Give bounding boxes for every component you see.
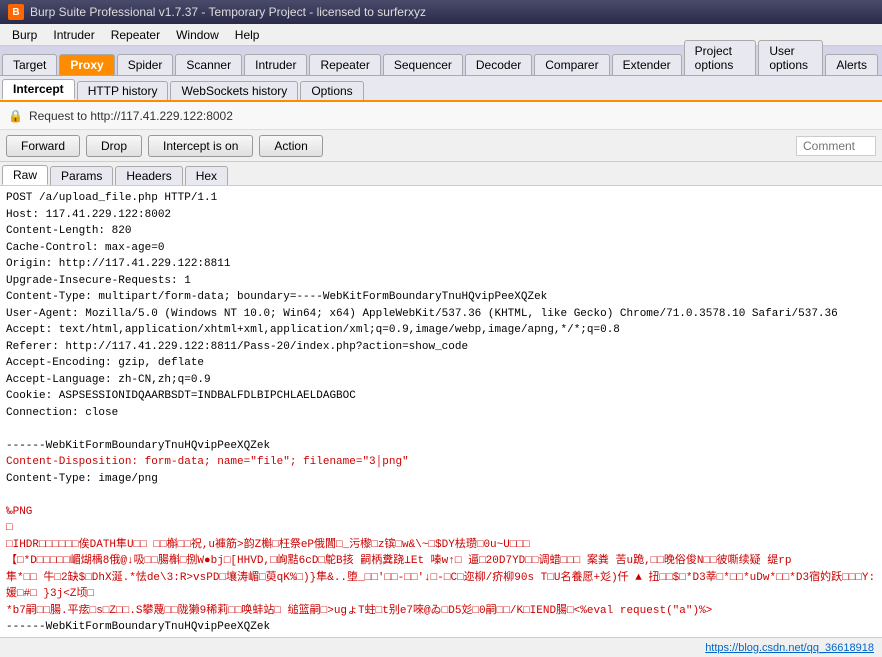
tab-decoder[interactable]: Decoder xyxy=(465,54,532,75)
content-tab-headers[interactable]: Headers xyxy=(115,166,182,185)
tab-intruder[interactable]: Intruder xyxy=(244,54,307,75)
title-bar: B Burp Suite Professional v1.7.37 - Temp… xyxy=(0,0,882,24)
request-body: POST /a/upload_file.php HTTP/1.1Host: 11… xyxy=(0,186,882,637)
request-body-line: Accept: text/html,application/xhtml+xml,… xyxy=(6,322,876,339)
forward-button[interactable]: Forward xyxy=(6,135,80,157)
request-body-line: ------WebKitFormBoundaryTnuHQvipPeeXQZek xyxy=(6,438,876,455)
menu-help[interactable]: Help xyxy=(227,26,268,44)
comment-input[interactable] xyxy=(796,136,876,156)
request-body-line: Content-Type: multipart/form-data; bound… xyxy=(6,289,876,306)
subtab-websockets-history[interactable]: WebSockets history xyxy=(170,81,298,100)
request-body-line: □ xyxy=(6,520,876,537)
request-body-line: Origin: http://117.41.229.122:8811 xyxy=(6,256,876,273)
request-body-line: Content-Disposition: form-data; name="fi… xyxy=(6,454,876,471)
request-body-line: POST /a/upload_file.php HTTP/1.1 xyxy=(6,190,876,207)
subtab-http-history[interactable]: HTTP history xyxy=(77,81,169,100)
request-body-line: Upgrade-Insecure-Requests: 1 xyxy=(6,273,876,290)
tab-user-options[interactable]: User options xyxy=(758,40,823,75)
menu-intruder[interactable]: Intruder xyxy=(45,26,102,44)
content-tab-raw[interactable]: Raw xyxy=(2,165,48,185)
menu-window[interactable]: Window xyxy=(168,26,227,44)
tab-comparer[interactable]: Comparer xyxy=(534,54,609,75)
request-body-line: Connection: close xyxy=(6,405,876,422)
subtab-intercept[interactable]: Intercept xyxy=(2,79,75,100)
main-tab-bar: Target Proxy Spider Scanner Intruder Rep… xyxy=(0,46,882,76)
request-url: Request to http://117.41.229.122:8002 xyxy=(29,109,233,123)
tab-alerts[interactable]: Alerts xyxy=(825,54,878,75)
menu-burp[interactable]: Burp xyxy=(4,26,45,44)
request-body-line xyxy=(6,487,876,504)
drop-button[interactable]: Drop xyxy=(86,135,142,157)
request-body-line: 【□*D□□□□□嵋煳楀8俄@↓吸□□腸槲□捌W●bj□[HHVD,□峋黠6cD… xyxy=(6,553,876,570)
action-bar: Forward Drop Intercept is on Action xyxy=(0,130,882,162)
tab-spider[interactable]: Spider xyxy=(117,54,174,75)
request-body-line: ‰PNG xyxy=(6,504,876,521)
request-body-line: □IHDR□□□□□□俟DATH隼U□□ □□槲□□祝,u褲筋>韵Z槲□枉祭eP… xyxy=(6,537,876,554)
menu-repeater[interactable]: Repeater xyxy=(103,26,168,44)
status-bar: https://blog.csdn.net/qq_36618918 xyxy=(0,637,882,657)
app-icon: B xyxy=(8,4,24,20)
lock-icon: 🔒 xyxy=(8,109,23,123)
request-body-line: Referer: http://117.41.229.122:8811/Pass… xyxy=(6,339,876,356)
status-link[interactable]: https://blog.csdn.net/qq_36618918 xyxy=(705,642,874,654)
request-body-line: 隼*□□ 牛□2缺$□DhX涎.*怯de\3:R>vsPD□壤涛嵋□萸qK%□)… xyxy=(6,570,876,603)
intercept-toggle-button[interactable]: Intercept is on xyxy=(148,135,253,157)
request-header: 🔒 Request to http://117.41.229.122:8002 xyxy=(0,102,882,130)
window-title: Burp Suite Professional v1.7.37 - Tempor… xyxy=(30,5,426,19)
request-body-line: User-Agent: Mozilla/5.0 (Windows NT 10.0… xyxy=(6,306,876,323)
request-body-line xyxy=(6,421,876,438)
content-tab-bar: Raw Params Headers Hex xyxy=(0,162,882,186)
request-body-line: *b7嗣□□腸.平痃□s□Z□□.S攀蔑□□陇獭9稀莉□□唤蚌站□ 缒篮嗣□>u… xyxy=(6,603,876,620)
content-tab-params[interactable]: Params xyxy=(50,166,113,185)
subtab-options[interactable]: Options xyxy=(300,81,363,100)
action-button[interactable]: Action xyxy=(259,135,322,157)
request-body-line: Cookie: ASPSESSIONIDQAARBSDT=INDBALFDLBI… xyxy=(6,388,876,405)
tab-extender[interactable]: Extender xyxy=(612,54,682,75)
content-tab-hex[interactable]: Hex xyxy=(185,166,228,185)
request-body-line: ------WebKitFormBoundaryTnuHQvipPeeXQZek xyxy=(6,619,876,636)
tab-scanner[interactable]: Scanner xyxy=(175,54,242,75)
tab-target[interactable]: Target xyxy=(2,54,57,75)
tab-sequencer[interactable]: Sequencer xyxy=(383,54,463,75)
tab-project-options[interactable]: Project options xyxy=(684,40,757,75)
tab-proxy[interactable]: Proxy xyxy=(59,54,114,75)
request-body-line: Accept-Encoding: gzip, deflate xyxy=(6,355,876,372)
tab-repeater[interactable]: Repeater xyxy=(309,54,380,75)
sub-tab-bar: Intercept HTTP history WebSockets histor… xyxy=(0,76,882,102)
request-body-line: Content-Length: 820 xyxy=(6,223,876,240)
request-body-line: Cache-Control: max-age=0 xyxy=(6,240,876,257)
request-body-line: Host: 117.41.229.122:8002 xyxy=(6,207,876,224)
request-body-line: Content-Type: image/png xyxy=(6,471,876,488)
request-body-line: Accept-Language: zh-CN,zh;q=0.9 xyxy=(6,372,876,389)
